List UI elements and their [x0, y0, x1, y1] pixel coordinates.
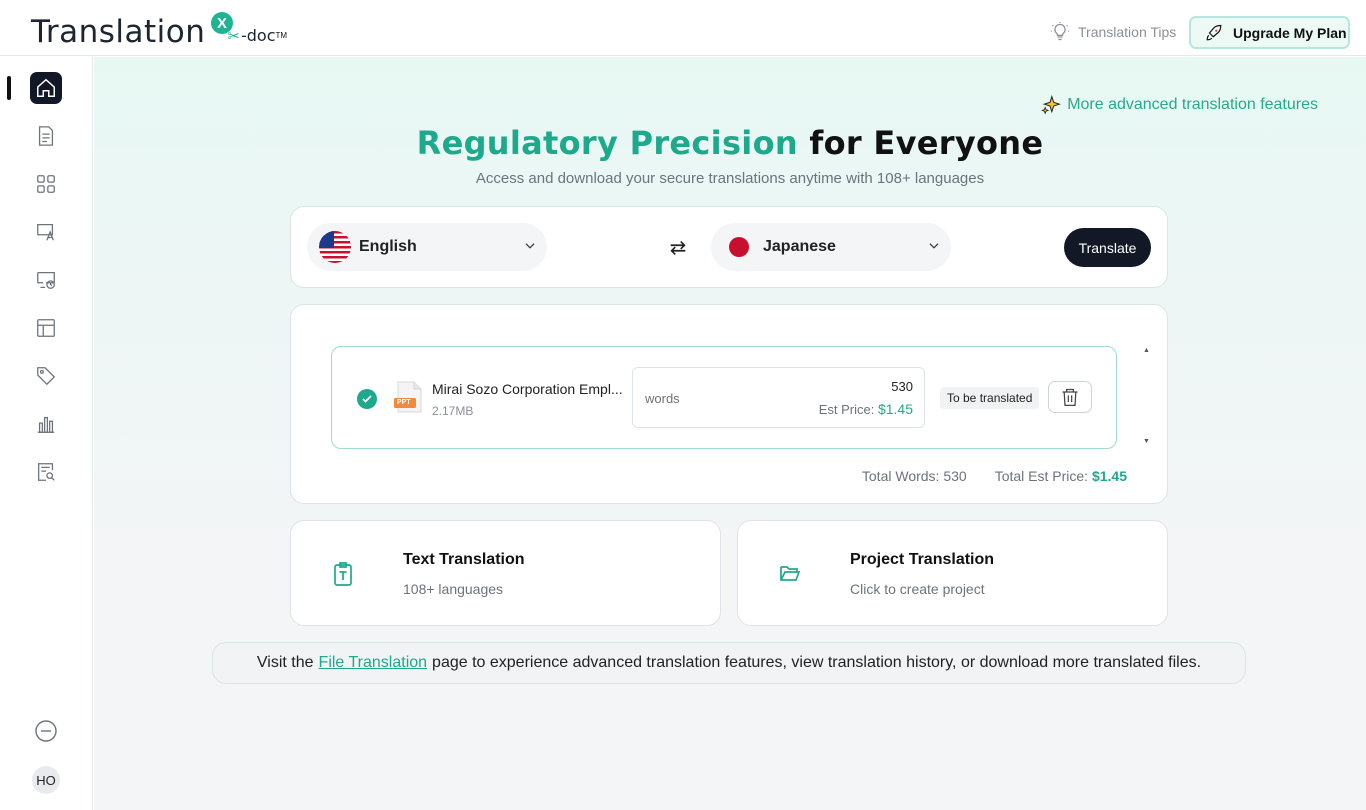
chevron-down-icon: [929, 243, 939, 249]
sidebar-item-home[interactable]: [30, 72, 62, 104]
ppt-file-icon: PPT: [394, 381, 424, 413]
logo-sub: ✂ -doc TM: [227, 26, 287, 45]
sidebar: HO: [0, 56, 93, 810]
total-price: Total Est Price: $1.45: [995, 468, 1127, 484]
logo-text: Translation: [31, 14, 206, 50]
sidebar-item-review[interactable]: [30, 456, 62, 488]
history-icon: [37, 272, 55, 289]
tips-label: Translation Tips: [1078, 24, 1177, 40]
logo-x-badge: X: [211, 12, 233, 34]
translation-tips-link[interactable]: Translation Tips: [1050, 22, 1176, 42]
file-select-checkbox[interactable]: [357, 389, 377, 409]
upgrade-label: Upgrade My Plan: [1233, 24, 1347, 41]
chart-icon: [37, 416, 55, 433]
file-translation-notice: Visit the File Translation page to exper…: [212, 642, 1246, 684]
us-flag-icon: [319, 231, 351, 263]
source-language-select[interactable]: English: [307, 223, 547, 271]
upgrade-plan-button[interactable]: Upgrade My Plan: [1189, 16, 1350, 49]
sidebar-item-screen-translate[interactable]: [30, 216, 62, 248]
advanced-features-label: More advanced translation features: [1067, 96, 1318, 113]
home-icon: [37, 78, 55, 97]
project-translation-title: Project Translation: [850, 551, 995, 568]
notice-prefix: Visit the: [256, 654, 314, 671]
tag-icon: [37, 367, 56, 386]
file-list-card: PPT Mirai Sozo Corporation Empl... 2.17M…: [290, 304, 1168, 504]
file-row[interactable]: PPT Mirai Sozo Corporation Empl... 2.17M…: [331, 346, 1117, 449]
ppt-file-type: PPT: [397, 399, 411, 406]
totals-summary: Total Words: 530 Total Est Price: $1.45: [862, 468, 1127, 484]
target-language-label: Japanese: [763, 238, 836, 255]
rocket-icon: [1206, 24, 1222, 40]
scroll-up-arrow[interactable]: ▲: [1143, 347, 1150, 354]
language-selector-card: English Japanese Translate: [290, 206, 1168, 288]
scroll-down-arrow[interactable]: ▼: [1143, 438, 1150, 445]
chevron-down-icon: [525, 243, 535, 249]
delete-file-button[interactable]: [1048, 381, 1092, 413]
main-content: More advanced translation features Regul…: [94, 57, 1366, 810]
source-language-label: English: [359, 238, 417, 255]
file-name: Mirai Sozo Corporation Empl...: [432, 381, 623, 397]
screen-translate-icon: [37, 224, 54, 241]
file-translation-link[interactable]: File Translation: [319, 654, 428, 672]
advanced-features-link[interactable]: More advanced translation features: [1041, 95, 1318, 115]
swap-languages-icon[interactable]: [667, 237, 689, 259]
words-label: words: [645, 391, 680, 406]
total-words: Total Words: 530: [862, 468, 967, 484]
grid-icon: [37, 175, 55, 193]
est-price-value: $1.45: [877, 401, 913, 417]
user-avatar[interactable]: HO: [32, 766, 60, 794]
app-logo[interactable]: Translation X ✂ -doc TM: [31, 12, 287, 50]
target-language-select[interactable]: Japanese: [711, 223, 951, 271]
active-indicator: [7, 76, 11, 100]
folder-open-icon: [780, 566, 801, 581]
lightbulb-icon: [1050, 22, 1070, 41]
check-icon: [362, 395, 372, 403]
collapse-sidebar-button[interactable]: [30, 715, 62, 747]
project-translation-subtitle: Click to create project: [850, 581, 985, 597]
status-badge: To be translated: [940, 387, 1040, 409]
sidebar-item-analytics[interactable]: [30, 408, 62, 440]
est-price-label: Est Price:: [818, 402, 875, 417]
title-accent: Regulatory Precision: [416, 124, 798, 162]
page-title: Regulatory Precision for Everyone: [94, 124, 1366, 162]
sidebar-item-documents[interactable]: [30, 120, 62, 152]
sidebar-item-apps[interactable]: [30, 168, 62, 200]
word-count: 530: [891, 379, 913, 394]
total-words-value: 530: [943, 468, 967, 484]
sidebar-item-layout[interactable]: [30, 312, 62, 344]
page-subtitle: Access and download your secure translat…: [475, 170, 985, 187]
search-document-icon: [38, 463, 55, 481]
sidebar-item-history[interactable]: [30, 264, 62, 296]
logo-trademark: TM: [275, 31, 288, 40]
japan-flag-icon: [723, 231, 755, 263]
translate-button[interactable]: Translate: [1064, 228, 1151, 267]
layout-icon: [37, 319, 55, 337]
text-translation-subtitle: 108+ languages: [403, 581, 504, 597]
text-translation-card[interactable]: Text Translation 108+ languages: [290, 520, 721, 626]
file-size: 2.17MB: [432, 404, 474, 418]
sidebar-item-tags[interactable]: [30, 360, 62, 392]
clipboard-text-icon: [334, 562, 352, 586]
text-translation-title: Text Translation: [403, 551, 525, 568]
total-price-label: Total Est Price:: [994, 468, 1089, 484]
sparkle-icon: [1041, 95, 1062, 115]
document-icon: [38, 126, 54, 146]
minus-circle-icon: [35, 720, 57, 742]
project-translation-card[interactable]: Project Translation Click to create proj…: [737, 520, 1168, 626]
total-words-label: Total Words:: [861, 468, 940, 484]
notice-suffix: page to experience advanced translation …: [432, 654, 1202, 671]
word-count-box: words 530 Est Price: $1.45: [632, 367, 925, 428]
total-price-value: $1.45: [1091, 468, 1127, 484]
title-rest: for Everyone: [809, 124, 1044, 162]
top-header: Translation X ✂ -doc TM Translation Tips…: [0, 0, 1366, 56]
trash-icon: [1062, 388, 1078, 406]
estimated-price: Est Price: $1.45: [819, 401, 913, 417]
logo-sub-text: -doc: [241, 26, 276, 45]
